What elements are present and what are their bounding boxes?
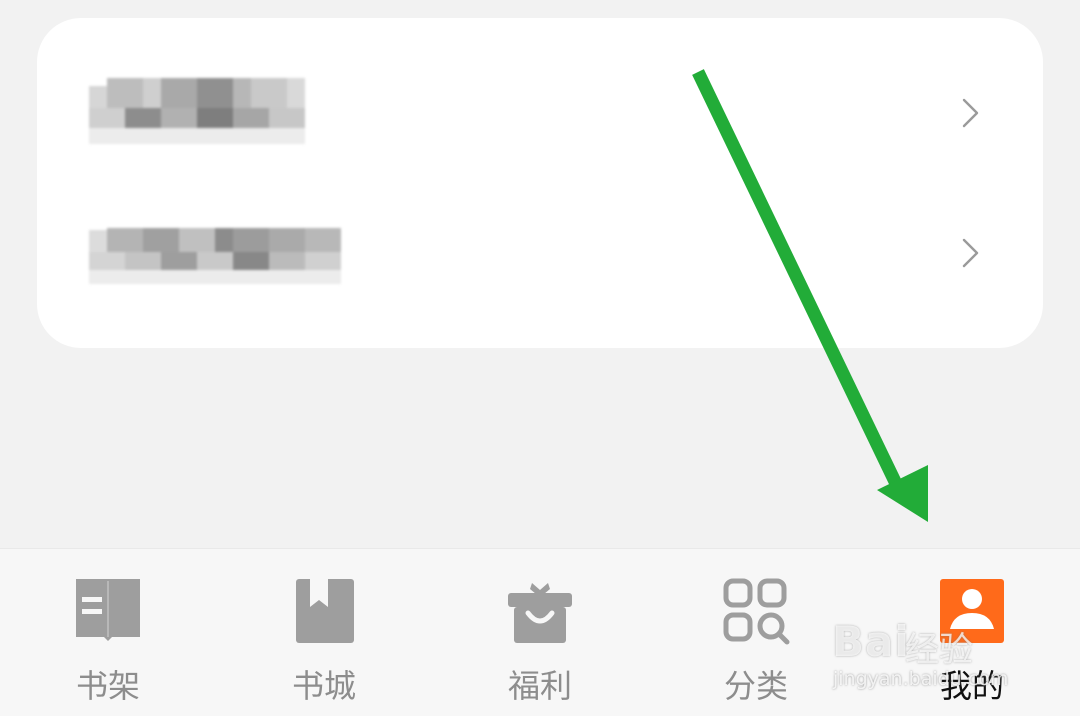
tab-bookshelf[interactable]: 书架 (0, 549, 216, 716)
settings-card (37, 18, 1043, 348)
category-icon (723, 578, 790, 645)
tab-welfare[interactable]: 福利 (432, 549, 648, 716)
chevron-right-icon (962, 98, 979, 128)
tab-bookstore[interactable]: 书城 (216, 549, 432, 716)
list-item[interactable] (37, 192, 1043, 312)
chevron-right-icon (962, 238, 979, 268)
gift-icon (508, 583, 572, 643)
watermark-brand-cn: 经验 (905, 630, 973, 670)
list-item[interactable] (37, 52, 1043, 172)
tab-label: 福利 (507, 667, 572, 705)
obscured-text (89, 78, 389, 148)
tab-label: 书架 (75, 667, 140, 705)
watermark-url: jingyan.baidu.com (833, 668, 1009, 690)
obscured-text (89, 218, 409, 288)
tab-label: 书城 (291, 667, 356, 705)
watermark-brand: Bai (832, 617, 910, 666)
bookshelf-icon (76, 579, 140, 641)
tab-label: 分类 (723, 667, 788, 705)
bookstore-icon (296, 579, 354, 643)
